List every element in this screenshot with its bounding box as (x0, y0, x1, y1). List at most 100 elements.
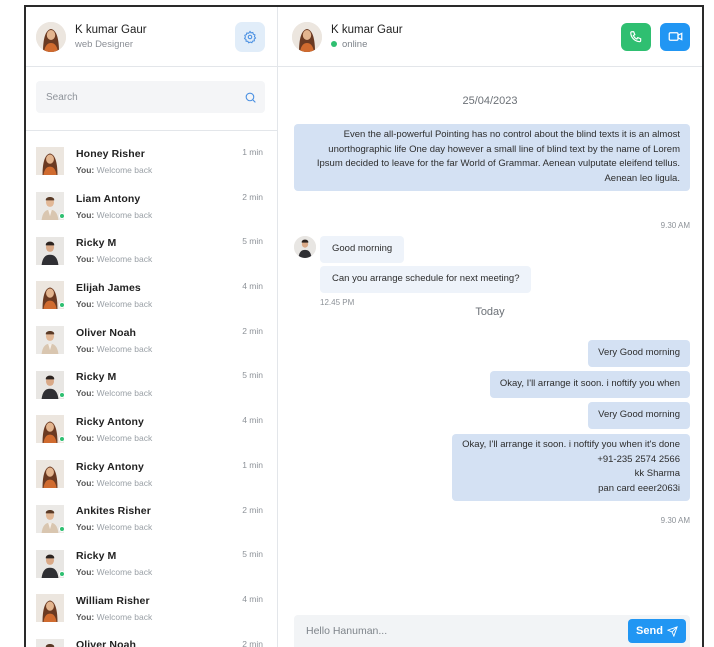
settings-button[interactable] (235, 21, 265, 52)
message-time: 9.30 AM (660, 516, 690, 525)
video-call-button[interactable] (660, 22, 690, 51)
list-item[interactable]: Elijah James You: Welcome back 4 min (26, 273, 277, 318)
search-icon[interactable] (244, 91, 257, 104)
last-message: You: Welcome back (76, 388, 242, 398)
contact-time: 5 min (242, 549, 263, 560)
list-item[interactable]: Oliver NoahYou: Welcome back2 min (26, 631, 277, 647)
you-prefix: You: (76, 388, 95, 399)
message-input[interactable] (306, 625, 628, 637)
message-preview: Welcome back (96, 432, 153, 443)
outgoing-message: Okay, I'll arrange it soon. i noftify yo… (452, 434, 690, 501)
list-item[interactable]: Ricky M You: Welcome back 5 min (26, 362, 277, 407)
contact-time: 2 min (242, 638, 263, 647)
message-preview: Welcome back (96, 164, 153, 175)
profile-header: K kumar Gaur web Designer (26, 7, 277, 67)
last-message: You: Welcome back (76, 522, 242, 532)
contact-time: 4 min (242, 415, 263, 426)
last-message: You: Welcome back (76, 254, 242, 264)
chat-panel: K kumar Gaur online 25/04/2023 Even the … (278, 7, 702, 647)
message-text: Very Good morning (598, 409, 680, 420)
last-message: You: Welcome back (76, 165, 242, 175)
contact-name: Ricky Antony (76, 415, 144, 428)
last-message: You: Welcome back (76, 567, 242, 577)
list-item[interactable]: Ricky M You: Welcome back 5 min (26, 228, 277, 273)
contact-time: 1 min (242, 147, 263, 157)
avatar (36, 594, 64, 622)
message-preview: Welcome back (96, 567, 153, 578)
outgoing-message: Even the all-powerful Pointing has no co… (294, 124, 690, 191)
online-dot-icon (59, 391, 65, 398)
list-item[interactable]: Ankites Risher You: Welcome back 2 min (26, 497, 277, 542)
message-line: pan card eeer2063i (598, 482, 680, 494)
last-message: You: Welcome back (76, 299, 242, 309)
list-item[interactable]: Ricky Antony You: Welcome back 4 min (26, 407, 277, 452)
contact-time: 2 min (242, 191, 263, 202)
online-dot-icon (59, 525, 65, 532)
message-text: Good morning (332, 243, 393, 254)
contact-time: 2 min (242, 504, 263, 515)
contact-name: Ankites Risher (76, 505, 151, 518)
last-message: You: Welcome back (76, 210, 242, 220)
message-preview: Welcome back (96, 611, 153, 622)
contact-time: 1 min (242, 459, 263, 470)
list-item[interactable]: Oliver NoahYou: Welcome back2 min (26, 318, 277, 363)
outgoing-message: Very Good morning (588, 402, 690, 429)
last-message: You: Welcome back (76, 612, 242, 622)
woman-avatar-icon (36, 22, 66, 52)
message-text: Okay, I'll arrange it soon. i noftify yo… (499, 378, 680, 389)
avatar (36, 505, 65, 533)
voice-call-button[interactable] (621, 22, 651, 51)
outgoing-message: Okay, I'll arrange it soon. i noftify yo… (489, 371, 690, 398)
woman-avatar-icon (36, 460, 64, 488)
contact-info: Oliver Noah You: Welcome back (76, 327, 242, 354)
avatar[interactable] (36, 21, 66, 52)
list-item[interactable]: William Risher You: Welcome back 4 min (26, 586, 277, 631)
man-avatar-icon (36, 326, 64, 354)
avatar (36, 147, 64, 175)
contact-info: Liam Antony You: Welcome back (76, 193, 242, 220)
man-avatar-icon (36, 639, 64, 647)
message-line: kk Sharma (634, 468, 680, 479)
list-item[interactable]: Ricky Antony You: Welcome back 1 min (26, 452, 277, 497)
you-prefix: You: (76, 611, 95, 622)
avatar (36, 326, 64, 354)
contact-info: Ricky Antony You: Welcome back (76, 416, 242, 443)
last-message: You: Welcome back (76, 433, 242, 443)
search-input[interactable] (46, 91, 244, 103)
online-dot-icon (59, 302, 65, 309)
outgoing-message: Very Good morning (588, 340, 690, 367)
list-item[interactable]: Ricky M You: Welcome back 5 min (26, 541, 277, 586)
avatar (36, 550, 65, 578)
you-prefix: You: (76, 432, 95, 443)
you-prefix: You: (76, 567, 95, 578)
avatar (36, 460, 64, 488)
message-preview: Welcome back (96, 343, 153, 354)
profile-info: K kumar Gaur web Designer (75, 24, 235, 50)
you-prefix: You: (76, 522, 95, 533)
status-text: online (342, 38, 368, 50)
online-dot-icon (59, 570, 65, 577)
contact-time: 5 min (242, 370, 263, 381)
list-item[interactable]: Honey Risher You: Welcome back 1 min (26, 139, 277, 184)
avatar (36, 371, 65, 399)
contact-name: Ricky M (76, 550, 117, 563)
list-item[interactable]: Liam Antony You: Welcome back 2 min (26, 184, 277, 229)
woman-avatar-icon (36, 147, 64, 175)
message-preview: Welcome back (96, 254, 153, 265)
message-preview: Welcome back (96, 209, 153, 220)
message-line: +91-235 2574 2566 (597, 453, 680, 465)
search-area (26, 67, 277, 131)
gear-icon (243, 30, 257, 44)
you-prefix: You: (76, 298, 95, 309)
contact-time: 5 min (242, 236, 263, 247)
chat-avatar[interactable] (292, 21, 322, 52)
app-window: K kumar Gaur web Designer Honey Risher Yo… (24, 5, 704, 647)
contact-name: Elijah James (76, 281, 141, 294)
search-box (36, 81, 265, 113)
last-message: You: Welcome back (76, 344, 242, 354)
contact-name: Ricky Antony (76, 460, 144, 473)
send-button[interactable]: Send (628, 619, 686, 643)
message-preview: Welcome back (96, 388, 153, 399)
chat-contact-info: K kumar Gaur online (331, 24, 621, 50)
contact-list: Honey Risher You: Welcome back 1 min Liam A… (26, 131, 277, 647)
